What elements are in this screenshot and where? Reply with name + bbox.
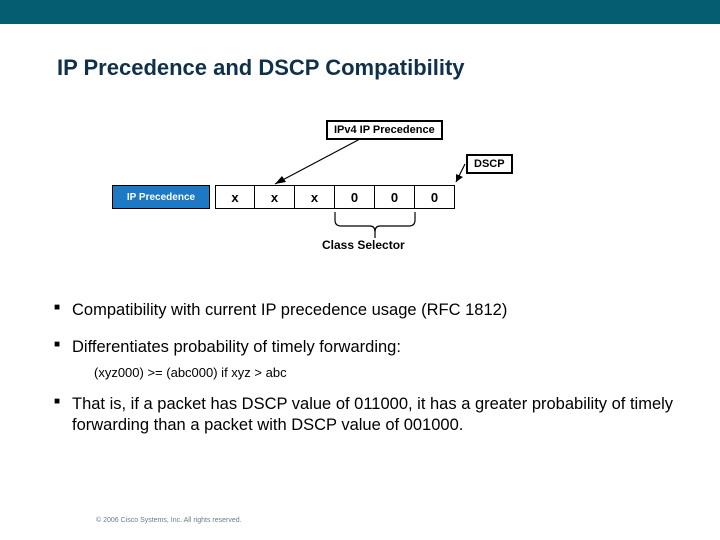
bullet-item: Compatibility with current IP precedence…	[54, 300, 680, 321]
bits-row: x x x 0 0 0	[215, 185, 455, 209]
bit-cell: x	[215, 185, 255, 209]
dscp-diagram: IPv4 IP Precedence DSCP IP Precedence x …	[160, 120, 560, 260]
bit-cell: 0	[415, 185, 455, 209]
bit-cell: x	[295, 185, 335, 209]
bullet-list: Compatibility with current IP precedence…	[54, 300, 680, 452]
class-selector-label: Class Selector	[322, 238, 405, 252]
ipv4-precedence-label-box: IPv4 IP Precedence	[326, 120, 443, 140]
bit-cell: x	[255, 185, 295, 209]
slide: IP Precedence and DSCP Compatibility IPv…	[0, 0, 720, 540]
copyright-footer: © 2006 Cisco Systems, Inc. All rights re…	[96, 517, 242, 524]
bullet-item: Differentiates probability of timely for…	[54, 337, 680, 358]
bullet-item: That is, if a packet has DSCP value of 0…	[54, 394, 680, 435]
ip-precedence-label-box: IP Precedence	[112, 185, 210, 209]
bit-cell: 0	[335, 185, 375, 209]
bit-cell: 0	[375, 185, 415, 209]
top-accent-bar	[0, 0, 720, 24]
bullet-subtext: (xyz000) >= (abc000) if xyz > abc	[94, 365, 680, 380]
slide-title: IP Precedence and DSCP Compatibility	[57, 55, 465, 81]
dscp-label-box: DSCP	[466, 154, 513, 174]
